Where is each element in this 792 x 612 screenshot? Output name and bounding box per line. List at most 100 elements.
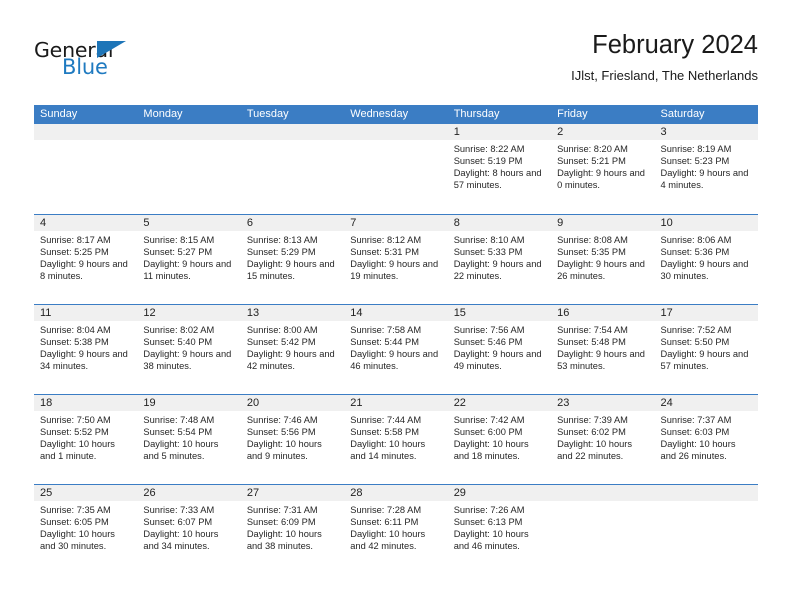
weekday-header-wednesday: Wednesday: [350, 108, 409, 120]
day-cell-15[interactable]: 15 Sunrise: 7:56 AM Sunset: 5:46 PM Dayligh…: [447, 305, 552, 394]
day-number: 27: [240, 485, 345, 501]
day-cell-4[interactable]: 4 Sunrise: 8:17 AM Sunset: 5:25 PM Daylight…: [34, 215, 138, 304]
sunrise-text: Sunrise: 8:19 AM: [660, 144, 732, 154]
daylight-text: Daylight: 10 hours and 9 minutes.: [246, 439, 322, 462]
sunrise-text: Sunrise: 8:22 AM: [453, 144, 525, 154]
day-cell-18[interactable]: 18 Sunrise: 7:50 AM Sunset: 5:52 PM Dayligh…: [34, 395, 138, 484]
day-info: Sunrise: 8:13 AM Sunset: 5:29 PM Daylight:…: [241, 231, 344, 282]
sunrise-text: Sunrise: 8:08 AM: [557, 235, 628, 245]
sunrise-text: Sunrise: 7:54 AM: [557, 325, 628, 335]
week-row: 1 Sunrise: 8:22 AM Sunset: 5:19 PM Daylight…: [34, 124, 758, 214]
day-cell-19[interactable]: 19 Sunrise: 7:48 AM Sunset: 5:54 PM Dayligh…: [137, 395, 241, 484]
title-block: February 2024 IJlst, Friesland, The Neth…: [571, 30, 758, 84]
daylight-text: Daylight: 10 hours and 22 minutes.: [557, 439, 633, 462]
day-cell-22[interactable]: 22 Sunrise: 7:42 AM Sunset: 6:00 PM Dayligh…: [447, 395, 552, 484]
day-info: Sunrise: 7:35 AM Sunset: 6:05 PM Daylight:…: [34, 501, 137, 552]
day-cell-1[interactable]: 1 Sunrise: 8:22 AM Sunset: 5:19 PM Daylight…: [447, 124, 552, 213]
daylight-text: Daylight: 9 hours and 49 minutes.: [453, 349, 542, 372]
day-cell-28[interactable]: 28 Sunrise: 7:28 AM Sunset: 6:11 PM Dayligh…: [344, 485, 448, 574]
day-number: 6: [240, 215, 345, 231]
day-info: Sunrise: 7:31 AM Sunset: 6:09 PM Daylight:…: [241, 501, 344, 552]
sunrise-text: Sunrise: 8:17 AM: [40, 235, 111, 245]
daylight-text: Daylight: 8 hours and 57 minutes.: [453, 168, 542, 191]
sunset-text: Sunset: 5:27 PM: [143, 247, 213, 258]
sunset-text: Sunset: 5:58 PM: [350, 427, 419, 438]
week-row: 25 Sunrise: 7:35 AM Sunset: 6:05 PM Dayligh…: [34, 484, 758, 574]
daylight-text: Daylight: 9 hours and 38 minutes.: [143, 349, 232, 372]
page-subtitle: IJlst, Friesland, The Netherlands: [571, 68, 758, 83]
day-cell-17[interactable]: 17 Sunrise: 7:52 AM Sunset: 5:50 PM Dayligh…: [654, 305, 758, 394]
day-number: 3: [654, 124, 758, 140]
day-info: Sunrise: 8:10 AM Sunset: 5:33 PM Daylight:…: [448, 231, 551, 282]
day-number: [137, 124, 241, 140]
day-number: 4: [34, 215, 138, 231]
day-cell-29[interactable]: 29 Sunrise: 7:26 AM Sunset: 6:13 PM Dayligh…: [447, 485, 552, 574]
day-cell-20[interactable]: 20 Sunrise: 7:46 AM Sunset: 5:56 PM Dayligh…: [240, 395, 345, 484]
day-info: Sunrise: 7:26 AM Sunset: 6:13 PM Daylight:…: [448, 501, 551, 552]
day-cell-12[interactable]: 12 Sunrise: 8:02 AM Sunset: 5:40 PM Dayligh…: [137, 305, 241, 394]
day-number: 29: [447, 485, 552, 501]
day-number: 14: [344, 305, 448, 321]
day-cell-5[interactable]: 5 Sunrise: 8:15 AM Sunset: 5:27 PM Daylight…: [137, 215, 241, 304]
sunrise-text: Sunrise: 8:20 AM: [557, 144, 628, 154]
day-info: Sunrise: 7:56 AM Sunset: 5:46 PM Daylight:…: [448, 321, 551, 372]
day-info: Sunrise: 8:15 AM Sunset: 5:27 PM Daylight:…: [137, 231, 240, 282]
sunset-text: Sunset: 5:48 PM: [557, 337, 626, 348]
sunrise-text: Sunrise: 7:39 AM: [557, 415, 628, 425]
day-cell-3[interactable]: 3 Sunrise: 8:19 AM Sunset: 5:23 PM Daylight…: [654, 124, 758, 213]
day-cell-23[interactable]: 23 Sunrise: 7:39 AM Sunset: 6:02 PM Dayligh…: [551, 395, 655, 484]
day-info: Sunrise: 8:06 AM Sunset: 5:36 PM Daylight:…: [655, 231, 758, 282]
logo-text-blue: Blue: [62, 55, 108, 79]
daylight-text: Daylight: 9 hours and 26 minutes.: [557, 259, 645, 282]
day-cell-7[interactable]: 7 Sunrise: 8:12 AM Sunset: 5:31 PM Daylight…: [344, 215, 448, 304]
day-cell-13[interactable]: 13 Sunrise: 8:00 AM Sunset: 5:42 PM Dayligh…: [240, 305, 345, 394]
daylight-text: Daylight: 10 hours and 38 minutes.: [246, 529, 322, 552]
daylight-text: Daylight: 10 hours and 26 minutes.: [660, 439, 736, 462]
sunset-text: Sunset: 5:31 PM: [350, 247, 419, 258]
sunset-text: Sunset: 5:25 PM: [40, 247, 109, 258]
sunrise-text: Sunrise: 7:56 AM: [453, 325, 525, 335]
daylight-text: Daylight: 10 hours and 1 minute.: [40, 439, 115, 462]
day-cell-11[interactable]: 11 Sunrise: 8:04 AM Sunset: 5:38 PM Dayligh…: [34, 305, 138, 394]
daylight-text: Daylight: 9 hours and 19 minutes.: [350, 259, 439, 282]
weekday-header-thursday: Thursday: [453, 108, 500, 120]
day-cell-empty: [240, 124, 345, 213]
sunrise-text: Sunrise: 7:35 AM: [40, 505, 111, 515]
day-cell-10[interactable]: 10 Sunrise: 8:06 AM Sunset: 5:36 PM Dayligh…: [654, 215, 758, 304]
sunset-text: Sunset: 5:33 PM: [453, 247, 523, 258]
day-cell-26[interactable]: 26 Sunrise: 7:33 AM Sunset: 6:07 PM Dayligh…: [137, 485, 241, 574]
sunset-text: Sunset: 6:05 PM: [40, 517, 109, 528]
day-cell-9[interactable]: 9 Sunrise: 8:08 AM Sunset: 5:35 PM Daylight…: [551, 215, 655, 304]
day-cell-14[interactable]: 14 Sunrise: 7:58 AM Sunset: 5:44 PM Dayligh…: [344, 305, 448, 394]
day-cell-6[interactable]: 6 Sunrise: 8:13 AM Sunset: 5:29 PM Daylight…: [240, 215, 345, 304]
day-cell-8[interactable]: 8 Sunrise: 8:10 AM Sunset: 5:33 PM Daylight…: [447, 215, 552, 304]
weekday-header-saturday: Saturday: [660, 108, 705, 120]
daylight-text: Daylight: 9 hours and 22 minutes.: [453, 259, 542, 282]
day-info: Sunrise: 8:04 AM Sunset: 5:38 PM Daylight:…: [34, 321, 137, 372]
day-cell-empty: [137, 124, 241, 213]
sunrise-text: Sunrise: 8:04 AM: [40, 325, 111, 335]
sunset-text: Sunset: 6:02 PM: [557, 427, 626, 438]
daylight-text: Daylight: 9 hours and 4 minutes.: [660, 168, 749, 191]
weekday-header-tuesday: Tuesday: [246, 108, 289, 120]
day-cell-21[interactable]: 21 Sunrise: 7:44 AM Sunset: 5:58 PM Dayligh…: [344, 395, 448, 484]
day-cell-25[interactable]: 25 Sunrise: 7:35 AM Sunset: 6:05 PM Dayligh…: [34, 485, 138, 574]
day-cell-24[interactable]: 24 Sunrise: 7:37 AM Sunset: 6:03 PM Dayligh…: [654, 395, 758, 484]
day-cell-16[interactable]: 16 Sunrise: 7:54 AM Sunset: 5:48 PM Dayligh…: [551, 305, 655, 394]
day-number: [240, 124, 345, 140]
day-number: [344, 124, 448, 140]
day-info: Sunrise: 8:12 AM Sunset: 5:31 PM Daylight:…: [344, 231, 447, 282]
day-info: Sunrise: 7:28 AM Sunset: 6:11 PM Daylight:…: [344, 501, 447, 552]
day-number: 10: [654, 215, 758, 231]
day-cell-27[interactable]: 27 Sunrise: 7:31 AM Sunset: 6:09 PM Dayligh…: [240, 485, 345, 574]
day-number: 22: [447, 395, 552, 411]
day-cell-empty: [344, 124, 448, 213]
day-number: [654, 485, 758, 501]
daylight-text: Daylight: 10 hours and 5 minutes.: [143, 439, 219, 462]
sunset-text: Sunset: 5:54 PM: [143, 427, 213, 438]
day-info: Sunrise: 8:22 AM Sunset: 5:19 PM Daylight:…: [448, 140, 551, 191]
daylight-text: Daylight: 10 hours and 14 minutes.: [350, 439, 426, 462]
day-info: Sunrise: 7:42 AM Sunset: 6:00 PM Daylight:…: [448, 411, 551, 462]
day-cell-2[interactable]: 2 Sunrise: 8:20 AM Sunset: 5:21 PM Daylight…: [551, 124, 655, 213]
day-info: Sunrise: 7:54 AM Sunset: 5:48 PM Daylight:…: [551, 321, 654, 372]
